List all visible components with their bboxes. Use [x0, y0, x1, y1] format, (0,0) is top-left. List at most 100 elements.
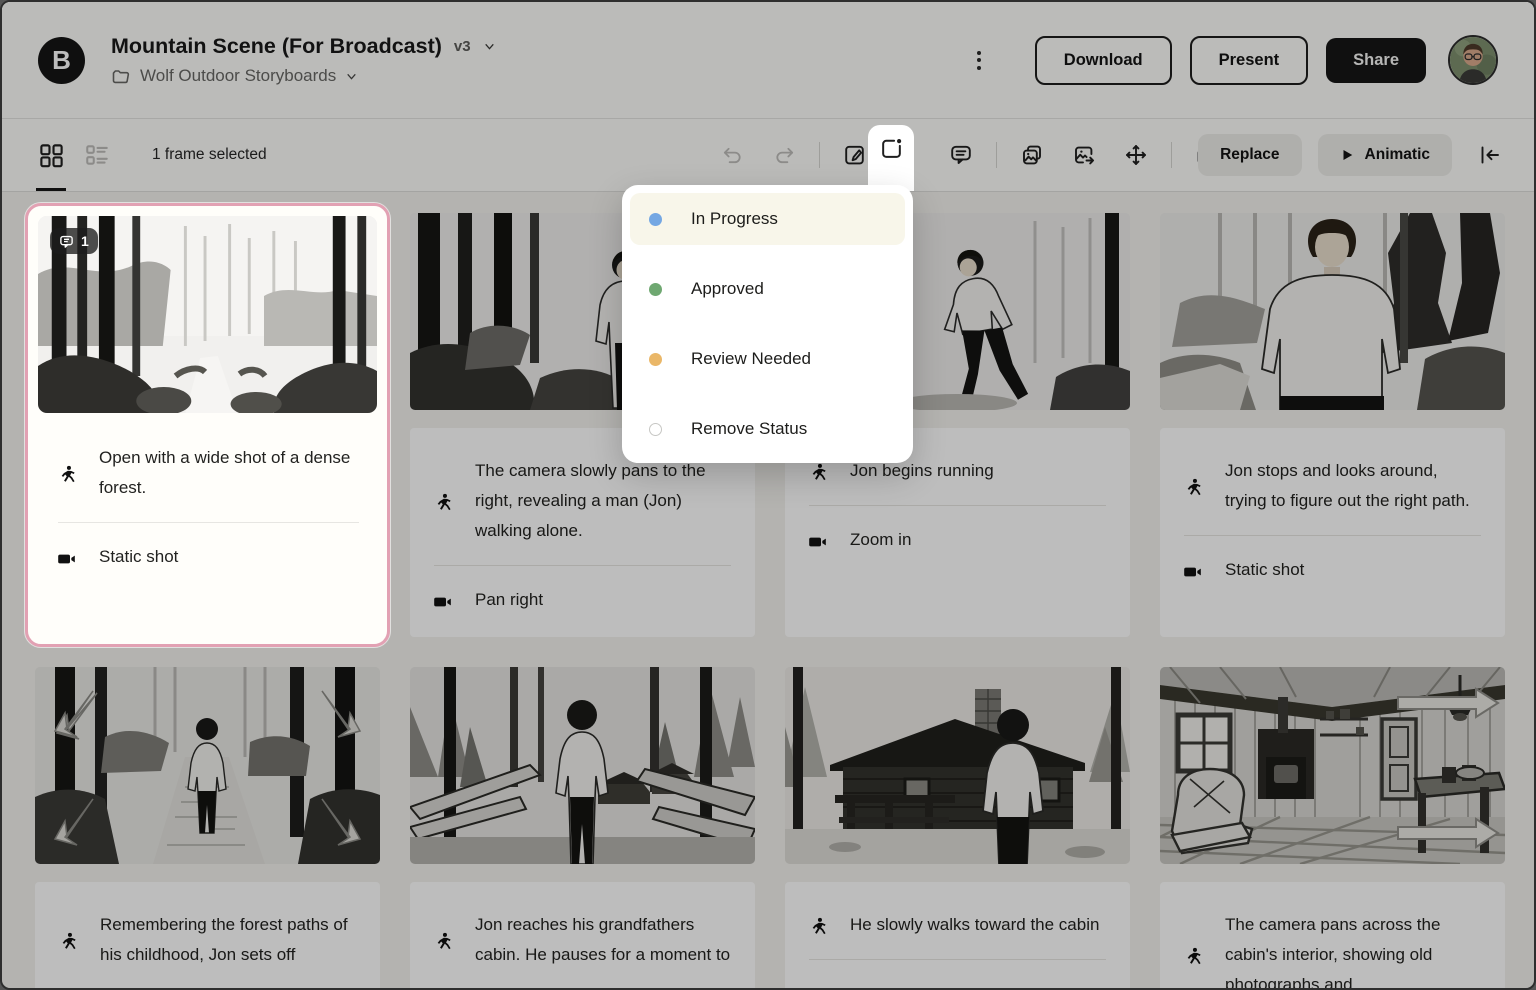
note-divider — [1184, 535, 1481, 536]
action-icon — [807, 460, 828, 486]
action-icon — [57, 914, 78, 970]
duplicate-image-icon — [1020, 143, 1044, 167]
replace-image-button[interactable] — [1062, 133, 1106, 177]
action-text: The camera pans across the cabin's inter… — [1225, 910, 1483, 990]
frame-7-notes[interactable]: He slowly walks toward the cabin — [785, 882, 1130, 990]
menu-item-label: Remove Status — [691, 419, 807, 439]
frame-status-button[interactable] — [868, 125, 914, 191]
folder-icon — [111, 66, 131, 86]
camera-icon — [56, 546, 77, 572]
status-dot-green — [649, 283, 662, 296]
frame-card-7[interactable]: He slowly walks toward the cabin — [785, 667, 1130, 990]
title-block: Mountain Scene (For Broadcast) v3 Wolf O… — [111, 34, 496, 86]
play-icon — [1340, 148, 1354, 162]
action-note[interactable]: The camera pans across the cabin's inter… — [1182, 910, 1483, 990]
animatic-label: Animatic — [1365, 146, 1430, 164]
frame-1-image[interactable]: 1 — [38, 216, 377, 413]
camera-note[interactable]: Zoom in — [807, 525, 1108, 555]
move-button[interactable] — [1114, 133, 1158, 177]
frame-status-icon — [879, 136, 904, 161]
camera-note[interactable]: Static shot — [56, 542, 361, 572]
action-note[interactable]: Jon reaches his grandfathers cabin. He p… — [432, 910, 733, 970]
frame-7-image[interactable] — [785, 667, 1130, 864]
action-note[interactable]: Open with a wide shot of a dense forest. — [56, 443, 361, 503]
download-button[interactable]: Download — [1035, 36, 1172, 85]
frame-4-image[interactable] — [1160, 213, 1505, 410]
animatic-button[interactable]: Animatic — [1318, 134, 1452, 176]
frame-8-notes[interactable]: The camera pans across the cabin's inter… — [1160, 882, 1505, 990]
chevron-down-icon[interactable] — [483, 40, 496, 53]
brand-logo[interactable]: B — [38, 37, 85, 84]
project-name: Wolf Outdoor Storyboards — [140, 66, 336, 86]
list-view-button[interactable] — [74, 119, 120, 191]
share-button[interactable]: Share — [1326, 38, 1426, 83]
collapse-panel-icon — [1478, 143, 1502, 167]
menu-item-label: Approved — [691, 279, 764, 299]
undo-button[interactable] — [710, 133, 754, 177]
collapse-panel-button[interactable] — [1468, 133, 1512, 177]
comment-icon — [949, 143, 973, 167]
user-avatar[interactable] — [1448, 35, 1498, 85]
camera-icon — [432, 589, 453, 615]
action-note[interactable]: He slowly walks toward the cabin — [807, 910, 1108, 940]
action-icon — [1182, 914, 1203, 990]
status-dot-empty — [649, 423, 662, 436]
frame-toolbar: 1 frame selected — [2, 119, 1534, 192]
menu-item-review-needed[interactable]: Review Needed — [630, 333, 905, 385]
action-note[interactable]: Jon stops and looks around, trying to fi… — [1182, 456, 1483, 516]
action-icon — [56, 447, 77, 503]
replace-button[interactable]: Replace — [1198, 134, 1301, 176]
camera-text: Zoom in — [850, 525, 911, 555]
action-text: He slowly walks toward the cabin — [850, 910, 1099, 940]
frame-5-notes[interactable]: Remembering the forest paths of his chil… — [35, 882, 380, 990]
action-note[interactable]: Remembering the forest paths of his chil… — [57, 910, 358, 970]
frame-6-notes[interactable]: Jon reaches his grandfathers cabin. He p… — [410, 882, 755, 990]
more-options-icon[interactable] — [971, 45, 987, 76]
replace-image-icon — [1072, 143, 1096, 167]
present-button[interactable]: Present — [1190, 36, 1309, 85]
menu-item-label: Review Needed — [691, 349, 811, 369]
note-divider — [434, 565, 731, 566]
move-icon — [1124, 143, 1148, 167]
frame-card-5[interactable]: Remembering the forest paths of his chil… — [35, 667, 380, 990]
frame-card-6[interactable]: Jon reaches his grandfathers cabin. He p… — [410, 667, 755, 990]
camera-text: Static shot — [99, 542, 178, 572]
action-note[interactable]: The camera slowly pans to the right, rev… — [432, 456, 733, 546]
action-text: Jon stops and looks around, trying to fi… — [1225, 456, 1483, 516]
note-divider — [58, 522, 359, 523]
frame-1-notes[interactable]: Open with a wide shot of a dense forest.… — [38, 413, 377, 634]
grid-view-icon — [38, 142, 65, 169]
action-text: Jon reaches his grandfathers cabin. He p… — [475, 910, 733, 970]
camera-icon — [807, 529, 828, 555]
redo-button[interactable] — [762, 133, 806, 177]
camera-icon — [1182, 559, 1203, 585]
menu-item-label: In Progress — [691, 209, 778, 229]
frame-card-4[interactable]: Jon stops and looks around, trying to fi… — [1160, 213, 1505, 637]
list-view-icon — [84, 142, 110, 168]
frame-8-image[interactable] — [1160, 667, 1505, 864]
menu-item-in-progress[interactable]: In Progress — [630, 193, 905, 245]
frame-card-1[interactable]: 1 Open with a wide shot of a dense fores… — [25, 203, 390, 647]
version-label[interactable]: v3 — [454, 38, 471, 55]
duplicate-image-button[interactable] — [1010, 133, 1054, 177]
comment-count-badge[interactable]: 1 — [50, 228, 98, 254]
draw-icon — [843, 143, 867, 167]
comment-button[interactable] — [939, 133, 983, 177]
status-dropdown-menu: In Progress Approved Review Needed Remov… — [622, 185, 913, 463]
menu-item-remove-status[interactable]: Remove Status — [630, 403, 905, 455]
menu-item-approved[interactable]: Approved — [630, 263, 905, 315]
frame-card-8[interactable]: The camera pans across the cabin's inter… — [1160, 667, 1505, 990]
selection-status: 1 frame selected — [152, 146, 267, 164]
camera-note[interactable]: Pan right — [432, 585, 733, 615]
frame-4-notes[interactable]: Jon stops and looks around, trying to fi… — [1160, 428, 1505, 637]
camera-note[interactable]: Static shot — [1182, 555, 1483, 585]
grid-view-button[interactable] — [28, 119, 74, 191]
action-text: Remembering the forest paths of his chil… — [100, 910, 358, 970]
status-dot-blue — [649, 213, 662, 226]
breadcrumb[interactable]: Wolf Outdoor Storyboards — [111, 66, 496, 86]
frame-6-image[interactable] — [410, 667, 755, 864]
frame-5-image[interactable] — [35, 667, 380, 864]
action-icon — [1182, 460, 1203, 516]
camera-text: Static shot — [1225, 555, 1304, 585]
undo-icon — [721, 144, 744, 167]
